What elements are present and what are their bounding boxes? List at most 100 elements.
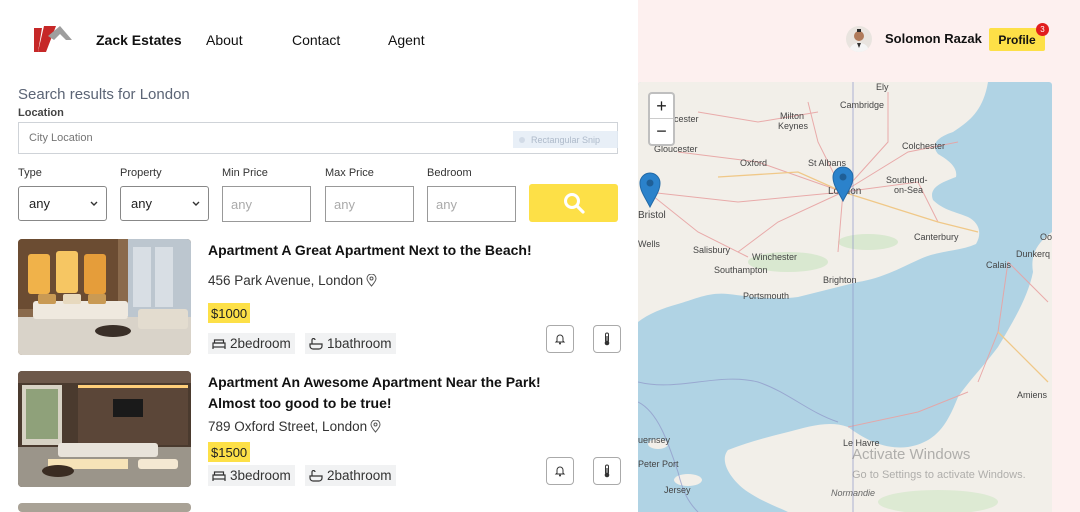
listing-title[interactable]: Apartment An Awesome Apartment Near the … (208, 372, 541, 414)
bedroom-count: 3bedroom (208, 465, 295, 486)
thermometer-icon (604, 464, 610, 478)
brand-logo-icon[interactable] (34, 22, 74, 54)
map-label: Milton (780, 111, 804, 121)
chevron-down-icon (90, 201, 98, 206)
map-marker-icon[interactable] (639, 172, 661, 208)
map-label: Oxford (740, 158, 767, 168)
map-label: Peter Port (638, 459, 679, 469)
listing-image[interactable] (18, 503, 191, 512)
property-select-value: any (131, 196, 152, 211)
bedroom-input[interactable]: any (427, 186, 516, 222)
notify-button[interactable] (546, 457, 574, 485)
page: Zack Estates About Contact Agent Solomon… (0, 0, 1080, 512)
map-label: Wells (638, 239, 660, 249)
save-button[interactable] (593, 457, 621, 485)
location-pin-icon (366, 274, 377, 287)
map-label: Brighton (823, 275, 857, 285)
map-label: uernsey (638, 435, 671, 445)
thermometer-icon (604, 332, 610, 346)
max-price-input[interactable]: any (325, 186, 414, 222)
bathroom-count-text: 1bathroom (327, 336, 392, 351)
bedroom-count: 2bedroom (208, 333, 295, 354)
listing-title-line: Almost too good to be true! (208, 395, 392, 411)
bell-icon (554, 334, 566, 345)
nav-link-contact[interactable]: Contact (292, 32, 340, 48)
brand-name[interactable]: Zack Estates (96, 32, 182, 48)
map-label: Colchester (902, 141, 945, 151)
map-tiles: Ely Cambridge Milton Keynes cester Glouc… (638, 82, 1052, 512)
map-label: Southend- (886, 175, 928, 185)
min-price-input[interactable]: any (222, 186, 311, 222)
zoom-in-button[interactable]: + (650, 94, 673, 119)
nav-link-agent[interactable]: Agent (388, 32, 425, 48)
bath-icon (309, 337, 323, 350)
map-label: Amiens (1017, 390, 1048, 400)
bed-icon (212, 470, 226, 481)
search-button[interactable] (529, 184, 618, 222)
map-label: Normandie (831, 488, 875, 498)
map-label: Canterbury (914, 232, 959, 242)
location-pin-icon (370, 420, 381, 433)
listing-address: 789 Oxford Street, London (208, 419, 381, 434)
nav-link-about[interactable]: About (206, 32, 243, 48)
save-button[interactable] (593, 325, 621, 353)
map-label: on-Sea (894, 185, 923, 195)
type-label: Type (18, 167, 42, 179)
map[interactable]: Ely Cambridge Milton Keynes cester Glouc… (638, 82, 1052, 512)
map-zoom-control: + − (648, 92, 675, 146)
type-select-value: any (29, 196, 50, 211)
listing-title-line: Apartment An Awesome Apartment Near the … (208, 374, 541, 390)
map-label: cester (674, 114, 699, 124)
bedroom-count-text: 2bedroom (230, 336, 291, 351)
map-label: Bristol (638, 210, 666, 221)
bell-icon (554, 466, 566, 477)
listing-address-text: 789 Oxford Street, London (208, 419, 368, 434)
bedroom-count-text: 3bedroom (230, 468, 291, 483)
property-label: Property (120, 167, 162, 179)
listing-image[interactable] (18, 371, 191, 487)
map-label: Ely (876, 82, 889, 92)
min-price-label: Min Price (222, 167, 268, 179)
activate-windows-title: Activate Windows (852, 446, 971, 463)
listing-price: $1000 (208, 303, 251, 323)
map-label: Cambridge (840, 100, 884, 110)
activate-windows-subtitle: Go to Settings to activate Windows. (852, 469, 1026, 481)
search-icon (563, 193, 585, 214)
map-label: Keynes (778, 121, 809, 131)
username: Solomon Razak (885, 31, 982, 46)
modern-living-room-image (18, 371, 191, 487)
search-results-title: Search results for London (18, 86, 190, 103)
location-label: Location (18, 107, 64, 119)
bathroom-count: 1bathroom (305, 333, 396, 354)
map-label: Portsmouth (743, 291, 789, 301)
map-label: Oos (1040, 232, 1052, 242)
max-price-label: Max Price (325, 167, 374, 179)
chevron-down-icon (192, 201, 200, 206)
bathroom-count: 2bathroom (305, 465, 396, 486)
listing-price: $1500 (208, 442, 251, 462)
listing-address: 456 Park Avenue, London (208, 273, 377, 288)
listing-image[interactable] (18, 239, 191, 355)
zoom-out-button[interactable]: − (650, 119, 673, 144)
map-label: Calais (986, 260, 1012, 270)
avatar[interactable] (846, 26, 872, 52)
map-marker-icon[interactable] (832, 166, 854, 202)
map-label: Winchester (752, 252, 797, 262)
snip-dot-icon (519, 136, 525, 143)
map-label: Jersey (664, 485, 691, 495)
bathroom-count-text: 2bathroom (327, 468, 392, 483)
bedroom-label: Bedroom (427, 167, 472, 179)
bath-icon (309, 469, 323, 482)
listing-title[interactable]: Apartment A Great Apartment Next to the … (208, 240, 532, 261)
map-label: Dunkerq (1016, 249, 1050, 259)
bed-icon (212, 338, 226, 349)
property-select[interactable]: any (120, 186, 209, 221)
map-label: Salisbury (693, 245, 731, 255)
rectangular-snip-overlay: Rectangular Snip (513, 131, 618, 148)
user-avatar-icon (849, 29, 869, 52)
map-label: Southampton (714, 265, 768, 275)
living-room-image (18, 239, 191, 355)
snip-label: Rectangular Snip (531, 134, 601, 145)
notify-button[interactable] (546, 325, 574, 353)
type-select[interactable]: any (18, 186, 107, 221)
